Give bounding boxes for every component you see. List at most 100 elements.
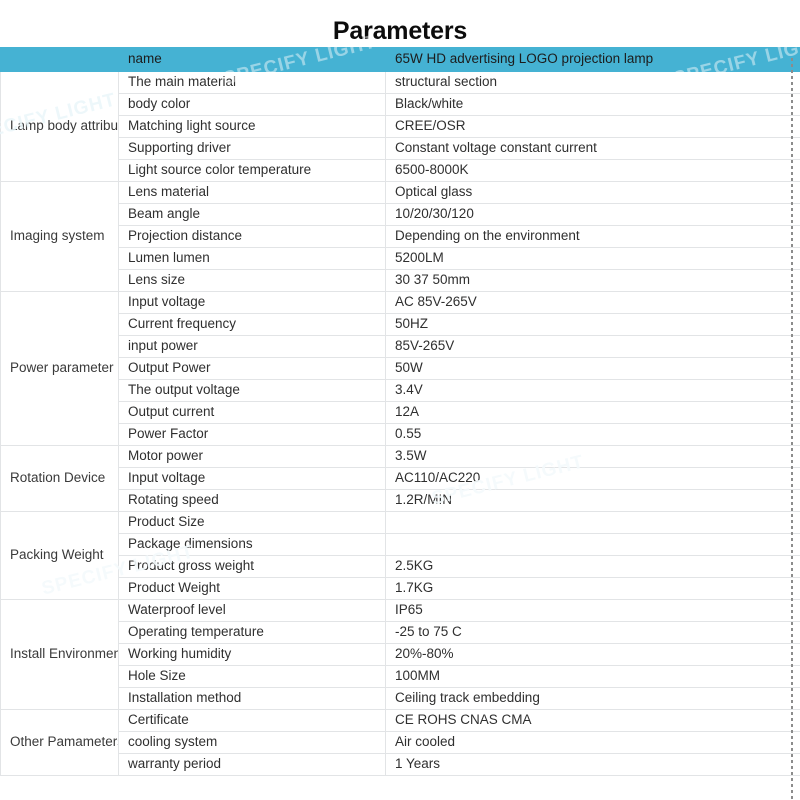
table-row: Installation method Ceiling track embeddi… [1,687,800,710]
group-label-cell: Power parameter [0,291,119,446]
table-row: Matching light source CREE/OSR [1,115,800,138]
group-label-cell: Lamp body attribute [0,71,119,182]
spec-name-cell: Hole Size [118,665,386,688]
spec-name-cell: Installation method [118,687,386,710]
table-row: Lamp body attribute The main material stru… [0,71,800,182]
table-row: warranty period 1 Years [1,753,800,776]
group-label-cell: Imaging system [0,181,119,292]
header-value-cell: 65W HD advertising LOGO projection lamp [385,47,800,72]
table-header-row: name 65W HD advertising LOGO projection l… [0,47,800,72]
page-title: Parameters [332,17,468,45]
spec-name-cell: Lens size [118,269,386,292]
table-row: Power parameter Input voltage AC 85V-265V [0,291,800,446]
spec-name-cell: Certificate [118,709,386,732]
spec-name-cell: Product gross weight [118,555,386,578]
spec-name-cell: Lumen lumen [118,247,386,270]
specification-table: name 65W HD advertising LOGO projection l… [0,47,800,776]
group-label-cell: Install Environment [0,599,119,710]
spec-value-cell: 5200LM [385,247,800,270]
spec-value-cell [385,511,800,534]
spec-name-cell: Package dimensions [118,533,386,556]
group-label-cell: Packing Weight [0,511,119,600]
table-row: Projection distance Depending on the envi… [1,225,800,248]
spec-value-cell: IP65 [385,599,800,622]
header-name-cell: name [118,47,386,72]
spec-value-cell: 20%-80% [385,643,800,666]
table-row: Product gross weight 2.5KG [1,555,800,578]
spec-value-cell: 1.2R/MIN [385,489,800,512]
spec-value-cell: CREE/OSR [385,115,800,138]
table-row: Imaging system Lens material Optical glass [0,181,800,292]
spec-table-container: name 65W HD advertising LOGO projection l… [0,47,800,776]
spec-name-cell: Beam angle [118,203,386,226]
spec-name-cell: Output Power [118,357,386,380]
spec-name-cell: Input voltage [118,291,386,314]
spec-value-cell: 6500-8000K [385,159,800,182]
header-group-cell [0,47,119,72]
table-row: Install Environment Waterproof level IP65 [0,599,800,710]
spec-value-cell: CE ROHS CNAS CMA [385,709,800,732]
table-row: input power 85V-265V [1,335,800,358]
spec-value-cell: 1 Years [385,753,800,776]
spec-name-cell: Lens material [118,181,386,204]
group-label-cell: Rotation Device [0,445,119,512]
table-row: Rotation Device Motor power 3.5W [0,445,800,512]
spec-value-cell: Ceiling track embedding [385,687,800,710]
table-row: Working humidity 20%-80% [1,643,800,666]
spec-value-cell: 12A [385,401,800,424]
spec-name-cell: Working humidity [118,643,386,666]
table-row: Packing Weight Product Size [0,511,800,600]
table-row: The output voltage 3.4V [1,379,800,402]
table-row: Light source color temperature 6500-8000K [1,159,800,182]
table-row: cooling system Air cooled [1,731,800,754]
spec-value-cell: AC 85V-265V [385,291,800,314]
spec-name-cell: Projection distance [118,225,386,248]
spec-name-cell: The output voltage [118,379,386,402]
spec-name-cell: cooling system [118,731,386,754]
table-row: Rotating speed 1.2R/MIN [1,489,800,512]
spec-value-cell [385,533,800,556]
group-label-cell: Other Pamameters [0,709,119,776]
spec-name-cell: Power Factor [118,423,386,446]
table-row: body color Black/white [1,93,800,116]
parameters-page: Parameters name 65W HD advertising LOGO p… [0,0,800,800]
table-row: Supporting driver Constant voltage consta… [1,137,800,160]
table-row: Product Weight 1.7KG [1,577,800,600]
spec-name-cell: Output current [118,401,386,424]
table-row: Output current 12A [1,401,800,424]
spec-value-cell: Depending on the environment [385,225,800,248]
table-row: Beam angle 10/20/30/120 [1,203,800,226]
table-row: Current frequency 50HZ [1,313,800,336]
spec-value-cell: 100MM [385,665,800,688]
table-row: Power Factor 0.55 [1,423,800,446]
spec-value-cell: 50W [385,357,800,380]
spec-value-cell: 2.5KG [385,555,800,578]
spec-name-cell: Operating temperature [118,621,386,644]
spec-value-cell: 0.55 [385,423,800,446]
spec-name-cell: Waterproof level [118,599,386,622]
spec-name-cell: The main material [118,71,386,94]
table-row: Other Pamameters Certificate CE ROHS CNAS … [0,709,800,776]
spec-name-cell: Rotating speed [118,489,386,512]
spec-name-cell: Light source color temperature [118,159,386,182]
spec-value-cell: 3.4V [385,379,800,402]
spec-name-cell: Motor power [118,445,386,468]
spec-name-cell: input power [118,335,386,358]
spec-name-cell: Supporting driver [118,137,386,160]
spec-value-cell: 3.5W [385,445,800,468]
spec-value-cell: Black/white [385,93,800,116]
spec-value-cell: 50HZ [385,313,800,336]
table-row: Lumen lumen 5200LM [1,247,800,270]
spec-name-cell: Product Weight [118,577,386,600]
spec-value-cell: 85V-265V [385,335,800,358]
spec-value-cell: -25 to 75 C [385,621,800,644]
table-row: Lens size 30 37 50mm [1,269,800,292]
table-row: Hole Size 100MM [1,665,800,688]
table-row: Operating temperature -25 to 75 C [1,621,800,644]
spec-name-cell: warranty period [118,753,386,776]
table-row: Output Power 50W [1,357,800,380]
spec-value-cell: Optical glass [385,181,800,204]
spec-name-cell: Input voltage [118,467,386,490]
spec-value-cell: Air cooled [385,731,800,754]
spec-value-cell: structural section [385,71,800,94]
